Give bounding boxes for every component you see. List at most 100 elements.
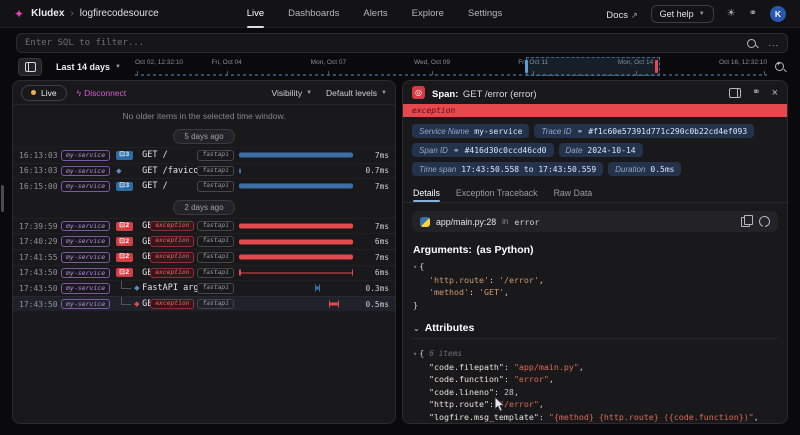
- attr-value: 28: [504, 387, 514, 397]
- main-nav-tabs: Live Dashboards Alerts Explore Settings: [247, 0, 503, 28]
- empty-window-message: No older items in the selected time wind…: [13, 105, 395, 123]
- span-name: GET /: [142, 181, 197, 191]
- timeline-track[interactable]: Oct 02, 12:32:10Fri, Oct 04Mon, Oct 07We…: [135, 57, 767, 76]
- duration-bar-zone: [239, 148, 357, 162]
- span-count-badge[interactable]: ⊡3: [116, 151, 132, 160]
- trace-row-time: 17:41:55: [19, 253, 61, 262]
- span-count-badge[interactable]: ⊡2: [116, 222, 132, 231]
- trace-row[interactable]: 16:15:00my-service⊡3GET /fastapi7ms: [13, 178, 395, 194]
- python-icon: [420, 217, 430, 227]
- trace-row[interactable]: 17:43:50my-service◆FastAPI argumentsfast…: [13, 280, 395, 296]
- span-duration: 0.5ms: [357, 300, 389, 309]
- link-icon: ⚭: [453, 146, 460, 155]
- trace-row[interactable]: 16:13:03my-service◆GET /favicon.icofasta…: [13, 163, 395, 179]
- chevron-down-icon: ▼: [699, 11, 705, 17]
- meta-chip-value: #416d30c0ccd46cd0: [465, 146, 547, 155]
- span-count-badge[interactable]: ⊡2: [116, 237, 132, 246]
- github-icon[interactable]: [759, 216, 770, 227]
- collapse-arrow-icon[interactable]: ▾: [413, 263, 417, 271]
- timeline-zoom-in-button[interactable]: +: [775, 62, 784, 71]
- timeline-tick-mark: [227, 71, 228, 75]
- detail-tab-exception-traceback[interactable]: Exception Traceback: [456, 188, 538, 202]
- search-icon[interactable]: [747, 39, 756, 48]
- span-name: GET /error (error): [142, 299, 150, 309]
- nav-tab-live[interactable]: Live: [247, 0, 264, 28]
- timeline-selection[interactable]: [526, 57, 660, 76]
- trace-row-time: 17:43:50: [19, 300, 61, 309]
- visibility-dropdown[interactable]: Visibility▼: [272, 88, 313, 98]
- nav-tab-settings[interactable]: Settings: [468, 0, 502, 28]
- fastapi-tag: fastapi: [197, 252, 234, 263]
- meta-chip-label: Trace ID: [541, 127, 571, 136]
- span-count-badge[interactable]: ⊡2: [116, 253, 132, 262]
- meta-chip-time-span[interactable]: Time span17:43:50.558 to 17:43:50.559: [412, 162, 603, 176]
- trace-row[interactable]: 16:13:03my-service⊡3GET /fastapi7ms: [13, 147, 395, 163]
- nav-tab-dashboards[interactable]: Dashboards: [288, 0, 339, 28]
- more-options-button[interactable]: ...: [768, 38, 779, 48]
- group-age-pill[interactable]: 2 days ago: [173, 200, 234, 215]
- span-name: GET /error: [142, 221, 150, 231]
- zoom-in-icon: +: [775, 62, 784, 71]
- nav-tab-alerts[interactable]: Alerts: [363, 0, 387, 28]
- meta-chip-label: Date: [566, 146, 583, 155]
- service-tag: my-service: [61, 252, 110, 263]
- collapse-arrow-icon[interactable]: ▾: [413, 350, 417, 358]
- meta-chip-value: 0.5ms: [650, 165, 674, 174]
- trace-row[interactable]: 17:43:50my-service◆GET /error (error)exc…: [13, 296, 395, 312]
- meta-chip-service-name[interactable]: Service Namemy-service: [412, 124, 529, 138]
- trace-row-time: 17:43:50: [19, 268, 61, 277]
- detail-tab-details[interactable]: Details: [413, 188, 440, 202]
- theme-toggle-icon[interactable]: ☀: [727, 8, 736, 19]
- meta-chip-date[interactable]: Date2024-10-14: [559, 143, 643, 157]
- span-name: GET /: [142, 150, 197, 160]
- time-range-select[interactable]: Last 14 days▼: [56, 62, 121, 72]
- trace-row[interactable]: 17:40:29my-service⊡2GET /errorexceptionf…: [13, 233, 395, 249]
- meta-chip-trace-id[interactable]: Trace ID⚭#f1c60e57391d771c290c0b22cd4ef0…: [534, 124, 754, 138]
- timeline-tick-label: Wed, Oct 09: [414, 59, 450, 66]
- nav-tab-explore[interactable]: Explore: [412, 0, 444, 28]
- left-scrollbar-thumb[interactable]: [1, 185, 4, 212]
- service-tag: my-service: [61, 236, 110, 247]
- default-levels-dropdown[interactable]: Default levels▼: [326, 88, 387, 98]
- share-link-icon[interactable]: ⚭: [749, 8, 757, 19]
- timeline-tick-mark: [764, 71, 765, 75]
- breadcrumb-project[interactable]: logfirecodesource: [80, 8, 159, 19]
- timeline-tick-mark: [432, 71, 433, 75]
- group-age-pill[interactable]: 5 days ago: [173, 129, 234, 144]
- detail-tabs: Details Exception Traceback Raw Data: [403, 182, 787, 203]
- attributes-heading-row[interactable]: ⌄ Attributes: [403, 317, 787, 338]
- attr-value: "{method} {http.route} ({code.function})…: [549, 412, 754, 422]
- docs-link[interactable]: Docs↗: [606, 5, 637, 23]
- sidebar-toggle-icon: [25, 62, 36, 72]
- dock-panel-icon[interactable]: [729, 88, 741, 98]
- live-button[interactable]: Live: [21, 85, 67, 101]
- meta-chip-span-id[interactable]: Span ID⚭#416d30c0ccd46cd0: [412, 143, 554, 157]
- span-count-badge[interactable]: ⊡3: [116, 182, 132, 191]
- selection-start-handle[interactable]: [525, 60, 528, 73]
- disconnect-button[interactable]: ϟDisconnect: [77, 88, 127, 98]
- span-duration: 0.7ms: [357, 166, 389, 175]
- group-age-row: 2 days ago: [13, 194, 395, 218]
- copy-link-icon[interactable]: ⚭: [752, 87, 760, 98]
- trace-row-icon-cell: ⊡3: [116, 151, 142, 160]
- meta-chip-duration[interactable]: Duration0.5ms: [608, 162, 681, 176]
- span-count-badge[interactable]: ⊡2: [116, 268, 132, 277]
- get-help-button[interactable]: Get help▼: [651, 5, 714, 23]
- trace-row[interactable]: 17:41:55my-service⊡2GET /errorexceptionf…: [13, 249, 395, 265]
- code-location-bar: app/main.py:28 in error: [412, 211, 778, 232]
- breadcrumb-org[interactable]: Kludex: [31, 8, 64, 19]
- timeline-tick-label: Mon, Oct 07: [311, 59, 346, 66]
- sql-filter-input[interactable]: Enter SQL to filter... ...: [16, 33, 788, 53]
- timeline-tick-mark: [328, 71, 329, 75]
- close-icon[interactable]: ×: [772, 87, 778, 99]
- copy-icon[interactable]: [741, 217, 750, 227]
- user-avatar[interactable]: K: [770, 6, 786, 22]
- trace-row[interactable]: 17:43:50my-service⊡2GET /errorexceptionf…: [13, 265, 395, 281]
- span-tags: fastapi: [197, 283, 234, 294]
- detail-tab-raw-data[interactable]: Raw Data: [554, 188, 593, 202]
- top-nav-bar: ✦ Kludex › logfirecodesource LiveDashboa…: [0, 0, 800, 28]
- live-status-dot: [31, 90, 36, 95]
- trace-row[interactable]: 17:39:59my-service⊡2GET /errorexceptionf…: [13, 218, 395, 234]
- sidebar-toggle-button[interactable]: [18, 58, 42, 76]
- timeline-tick-label: Oct 16, 12:32:10: [719, 59, 767, 66]
